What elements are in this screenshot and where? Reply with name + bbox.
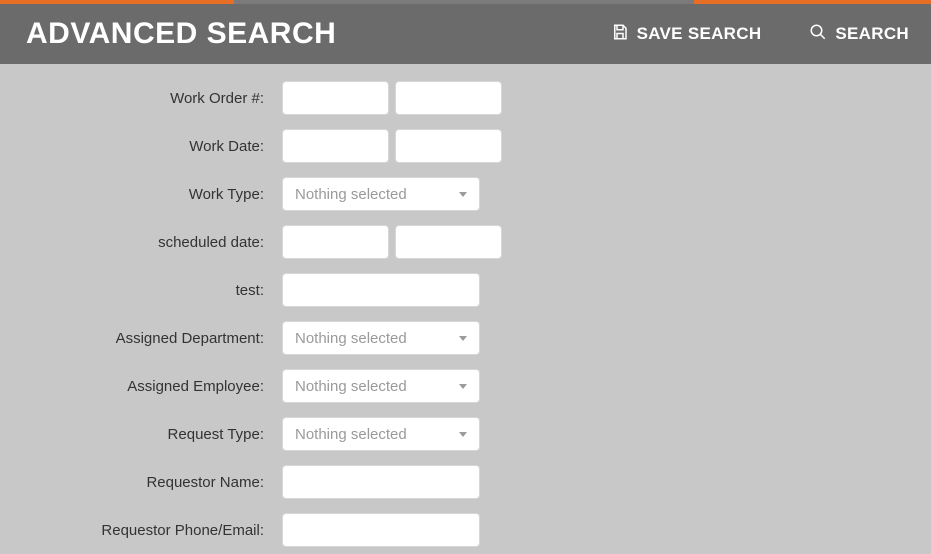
search-label: SEARCH: [835, 24, 909, 44]
label-test: test:: [0, 282, 282, 299]
label-work-date: Work Date:: [0, 138, 282, 155]
label-work-order-num: Work Order #:: [0, 90, 282, 107]
scheduled-date-to-input[interactable]: [395, 225, 502, 259]
work-date-from-input[interactable]: [282, 129, 389, 163]
assigned-department-placeholder: Nothing selected: [295, 330, 407, 347]
assigned-employee-select[interactable]: Nothing selected: [282, 369, 480, 403]
page-title: ADVANCED SEARCH: [26, 17, 611, 51]
row-scheduled-date: scheduled date:: [0, 218, 931, 266]
top-accent-bar: [0, 0, 931, 4]
row-assigned-department: Assigned Department: Nothing selected: [0, 314, 931, 362]
row-request-type: Request Type: Nothing selected: [0, 410, 931, 458]
caret-down-icon: [459, 432, 467, 437]
caret-down-icon: [459, 192, 467, 197]
search-button[interactable]: SEARCH: [809, 23, 909, 46]
row-work-order-num: Work Order #:: [0, 74, 931, 122]
request-type-placeholder: Nothing selected: [295, 426, 407, 443]
test-input[interactable]: [282, 273, 480, 307]
save-search-label: SAVE SEARCH: [637, 24, 762, 44]
page-header: ADVANCED SEARCH SAVE SEARCH SEARCH: [0, 4, 931, 64]
label-requestor-phone-email: Requestor Phone/Email:: [0, 522, 282, 539]
row-requestor-name: Requestor Name:: [0, 458, 931, 506]
row-requestor-phone-email: Requestor Phone/Email:: [0, 506, 931, 554]
save-search-button[interactable]: SAVE SEARCH: [611, 23, 762, 46]
scheduled-date-from-input[interactable]: [282, 225, 389, 259]
work-type-select[interactable]: Nothing selected: [282, 177, 480, 211]
row-work-date: Work Date:: [0, 122, 931, 170]
label-request-type: Request Type:: [0, 426, 282, 443]
work-date-to-input[interactable]: [395, 129, 502, 163]
assigned-department-select[interactable]: Nothing selected: [282, 321, 480, 355]
row-assigned-employee: Assigned Employee: Nothing selected: [0, 362, 931, 410]
row-work-type: Work Type: Nothing selected: [0, 170, 931, 218]
work-type-placeholder: Nothing selected: [295, 186, 407, 203]
search-icon: [809, 23, 827, 46]
assigned-employee-placeholder: Nothing selected: [295, 378, 407, 395]
work-order-num-from-input[interactable]: [282, 81, 389, 115]
save-icon: [611, 23, 629, 46]
caret-down-icon: [459, 336, 467, 341]
label-assigned-department: Assigned Department:: [0, 330, 282, 347]
label-requestor-name: Requestor Name:: [0, 474, 282, 491]
requestor-phone-email-input[interactable]: [282, 513, 480, 547]
request-type-select[interactable]: Nothing selected: [282, 417, 480, 451]
search-form: Work Order #: Work Date: Work Type: Noth…: [0, 64, 931, 554]
label-assigned-employee: Assigned Employee:: [0, 378, 282, 395]
requestor-name-input[interactable]: [282, 465, 480, 499]
label-work-type: Work Type:: [0, 186, 282, 203]
label-scheduled-date: scheduled date:: [0, 234, 282, 251]
caret-down-icon: [459, 384, 467, 389]
row-test: test:: [0, 266, 931, 314]
work-order-num-to-input[interactable]: [395, 81, 502, 115]
